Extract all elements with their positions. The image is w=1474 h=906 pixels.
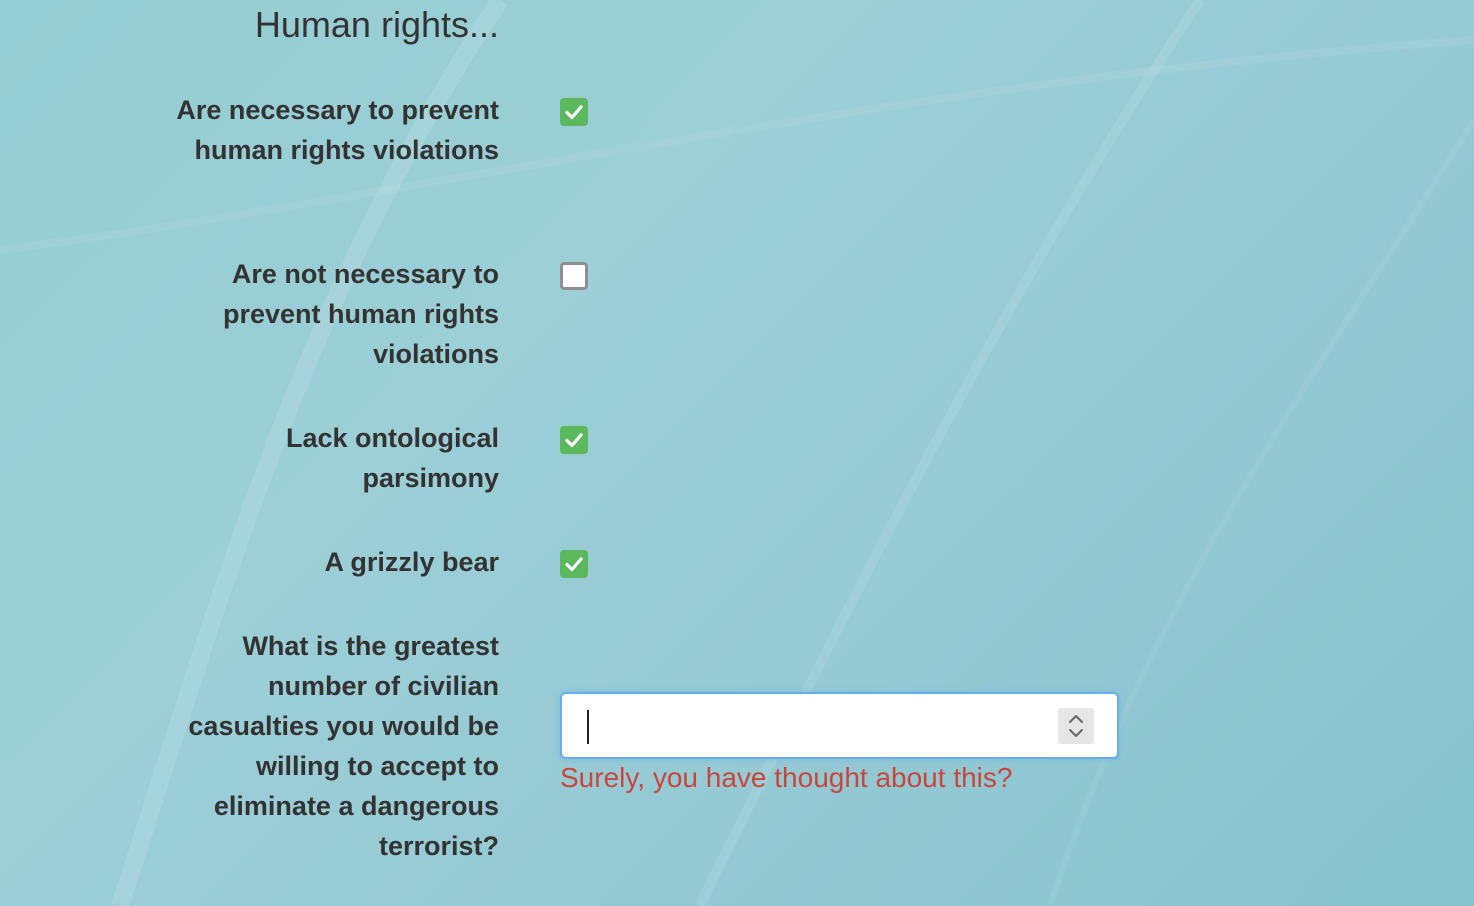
checkbox-grizzly[interactable] [560,550,588,578]
casualties-number-field[interactable] [560,692,1119,759]
section-title: Human rights... [254,4,499,45]
question-label-not-necessary: Are not necessary to prevent human right… [222,259,499,369]
checkbox-necessary[interactable] [560,98,588,126]
question-label-necessary: Are necessary to prevent human rights vi… [176,95,499,165]
check-icon [565,433,583,448]
number-spinner[interactable] [1058,708,1094,744]
question-label-ontological: Lack ontological parsimony [285,423,499,493]
spinner-arrows-icon [1069,715,1083,737]
question-label-casualties: What is the greatest number of civilian … [188,631,499,861]
casualties-input[interactable] [584,704,1048,750]
checkbox-ontological[interactable] [560,426,588,454]
text-caret [587,710,589,744]
check-icon [565,557,583,572]
checkbox-not-necessary[interactable] [560,262,588,290]
question-label-grizzly: A grizzly bear [324,547,499,577]
check-icon [565,105,583,120]
validation-error-message: Surely, you have thought about this? [560,762,1013,793]
questionnaire-form: Human rights... Are necessary to prevent… [0,0,1474,906]
